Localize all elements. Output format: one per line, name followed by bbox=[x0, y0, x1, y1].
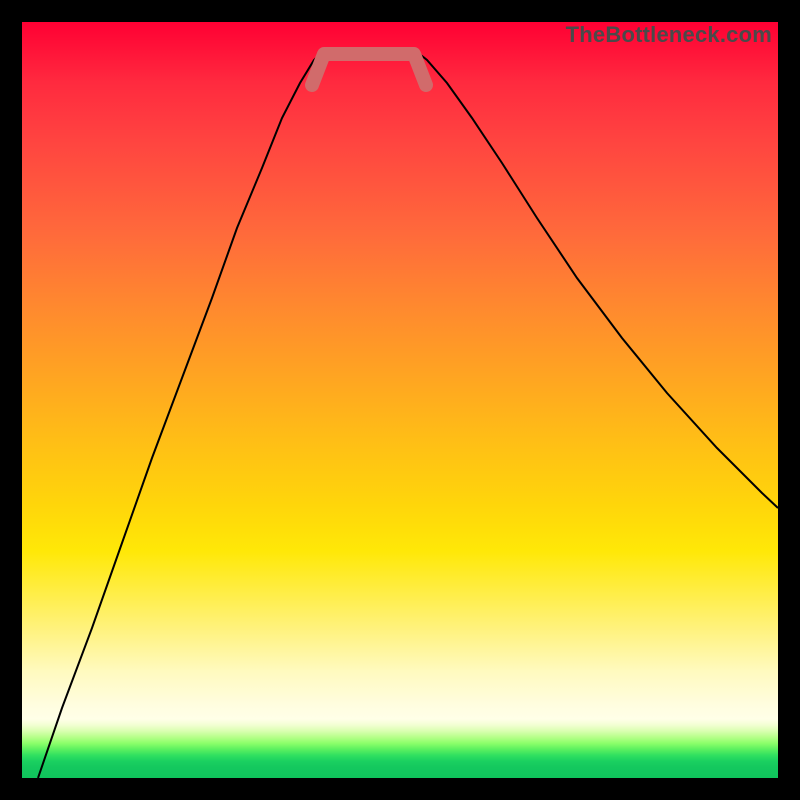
right-curve bbox=[417, 52, 778, 508]
left-curve bbox=[38, 52, 322, 778]
bottom-bracket bbox=[312, 54, 426, 85]
plot-area: TheBottleneck.com bbox=[22, 22, 778, 778]
chart-frame: TheBottleneck.com bbox=[0, 0, 800, 800]
chart-svg bbox=[22, 22, 778, 778]
